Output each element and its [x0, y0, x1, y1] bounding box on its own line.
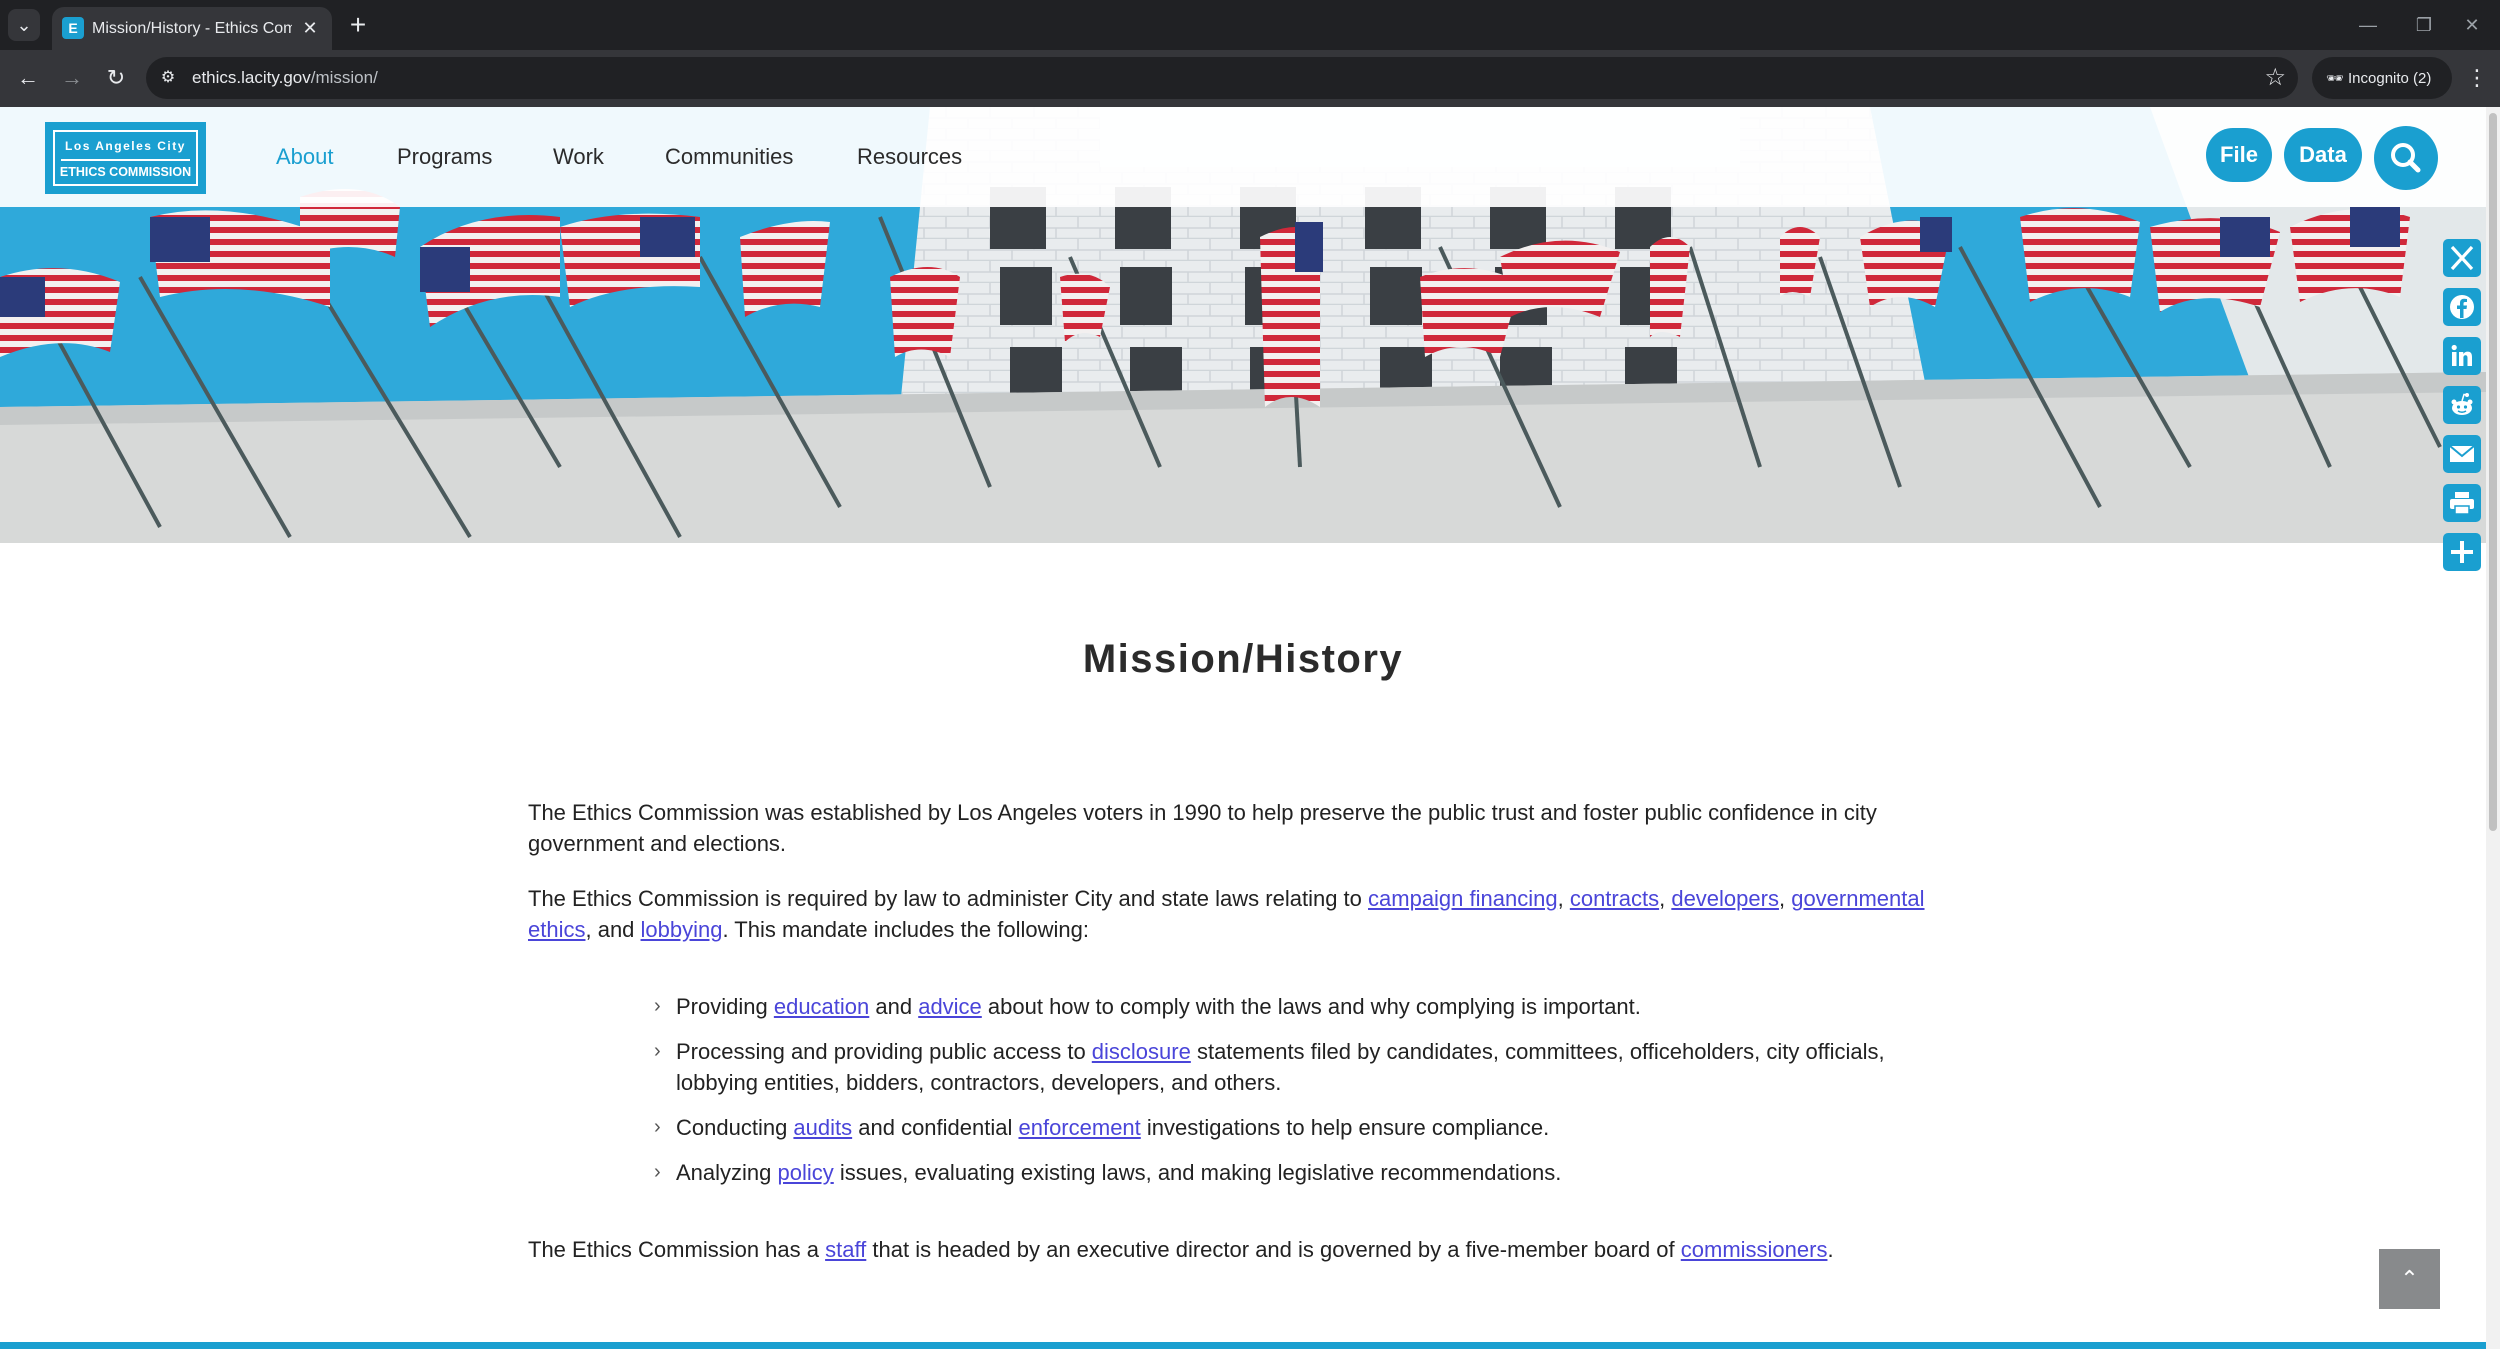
tab-title: Mission/History - Ethics Commission: [92, 20, 292, 37]
page-viewport: Los Angeles City ETHICS COMMISSION About…: [0, 107, 2486, 1349]
share-reddit-button[interactable]: [2443, 386, 2481, 424]
bookmark-star-icon[interactable]: ☆: [2264, 57, 2286, 99]
nav-about[interactable]: About: [276, 107, 334, 207]
page-title: Mission/History: [1082, 637, 1404, 681]
chevron-right-icon: ›: [654, 995, 661, 1017]
reddit-icon: [2451, 393, 2473, 415]
link-enforcement[interactable]: enforcement: [1018, 1115, 1140, 1140]
link-contracts[interactable]: contracts: [1570, 886, 1659, 911]
link-developers[interactable]: developers: [1671, 886, 1779, 911]
data-button[interactable]: Data: [2284, 128, 2362, 182]
page-content: The Ethics Commission was established by…: [528, 797, 1958, 1289]
site-info-icon[interactable]: ⚙: [156, 66, 180, 90]
share-facebook-button[interactable]: [2443, 288, 2481, 326]
chevron-right-icon: ›: [654, 1161, 661, 1183]
site-logo[interactable]: Los Angeles City ETHICS COMMISSION: [45, 122, 206, 194]
nav-communities[interactable]: Communities: [665, 107, 793, 207]
site-favicon-icon: E: [62, 17, 84, 39]
tab-close-icon[interactable]: ✕: [296, 7, 324, 50]
nav-work[interactable]: Work: [553, 107, 604, 207]
share-email-button[interactable]: [2443, 435, 2481, 473]
print-icon: [2450, 492, 2474, 515]
list-item: › Analyzing policy issues, evaluating exi…: [654, 1157, 1958, 1188]
nav-resources[interactable]: Resources: [857, 107, 962, 207]
email-icon: [2449, 445, 2475, 462]
browser-tab-strip: ⌄ E Mission/History - Ethics Commission …: [0, 0, 2500, 50]
logo-city-text: Los Angeles City: [65, 139, 186, 153]
share-print-button[interactable]: [2443, 484, 2481, 522]
incognito-icon: 🕶: [2326, 70, 2344, 86]
browser-toolbar: ← → ↻ ⚙ ethics.lacity.gov/mission/ ☆ 🕶 In…: [0, 50, 2500, 107]
facebook-icon: [2450, 295, 2474, 319]
mandate-paragraph: The Ethics Commission is required by law…: [528, 886, 1925, 942]
incognito-indicator[interactable]: 🕶 Incognito (2): [2312, 57, 2452, 99]
list-item: › Processing and providing public access …: [654, 1036, 1958, 1098]
page-scrollbar[interactable]: [2486, 107, 2500, 1349]
link-staff[interactable]: staff: [825, 1237, 866, 1262]
governance-paragraph: The Ethics Commission has a staff that i…: [528, 1237, 1834, 1262]
link-lobbying[interactable]: lobbying: [641, 917, 723, 942]
file-button[interactable]: File: [2206, 128, 2272, 182]
browser-menu-icon[interactable]: ⋮: [2462, 60, 2492, 96]
share-plus-icon: [2451, 541, 2473, 563]
chevron-right-icon: ›: [654, 1040, 661, 1062]
link-campaign-financing[interactable]: campaign financing: [1368, 886, 1558, 911]
tab-search-button[interactable]: ⌄: [8, 9, 40, 41]
link-education[interactable]: education: [774, 994, 869, 1019]
search-icon: [2391, 143, 2421, 173]
back-to-top-button[interactable]: ⌃: [2379, 1249, 2440, 1309]
list-item: › Conducting audits and confidential enfo…: [654, 1112, 1958, 1143]
address-bar[interactable]: ⚙ ethics.lacity.gov/mission/ ☆: [146, 57, 2298, 99]
link-policy[interactable]: policy: [778, 1160, 834, 1185]
share-more-button[interactable]: [2443, 533, 2481, 571]
footer-accent-bar: [0, 1342, 2486, 1349]
url-text[interactable]: ethics.lacity.gov/mission/: [192, 57, 378, 99]
intro-paragraph: The Ethics Commission was established by…: [528, 800, 1877, 856]
x-icon: [2450, 245, 2474, 271]
chevron-up-icon: ⌃: [2400, 1266, 2419, 1291]
logo-commission-text: ETHICS COMMISSION: [59, 165, 192, 179]
scrollbar-thumb[interactable]: [2489, 113, 2497, 831]
minimize-window-icon[interactable]: —: [2340, 0, 2396, 50]
back-arrow-icon[interactable]: ←: [10, 60, 46, 96]
link-commissioners[interactable]: commissioners: [1681, 1237, 1828, 1262]
mandate-list: › Providing education and advice about ho…: [528, 991, 1958, 1188]
search-button[interactable]: [2374, 126, 2438, 190]
link-audits[interactable]: audits: [793, 1115, 852, 1140]
forward-arrow-icon[interactable]: →: [54, 60, 90, 96]
close-window-icon[interactable]: ✕: [2444, 0, 2500, 50]
nav-programs[interactable]: Programs: [397, 107, 492, 207]
link-disclosure[interactable]: disclosure: [1092, 1039, 1191, 1064]
chevron-right-icon: ›: [654, 1116, 661, 1138]
link-advice[interactable]: advice: [918, 994, 982, 1019]
new-tab-button[interactable]: +: [342, 9, 374, 41]
reload-icon[interactable]: ↻: [98, 60, 134, 96]
browser-tab-active[interactable]: E Mission/History - Ethics Commission ✕: [52, 7, 332, 50]
linkedin-icon: [2451, 344, 2472, 366]
site-header: Los Angeles City ETHICS COMMISSION About…: [0, 107, 2486, 207]
share-x-button[interactable]: [2443, 239, 2481, 277]
share-linkedin-button[interactable]: [2443, 337, 2481, 375]
list-item: › Providing education and advice about ho…: [654, 991, 1958, 1022]
